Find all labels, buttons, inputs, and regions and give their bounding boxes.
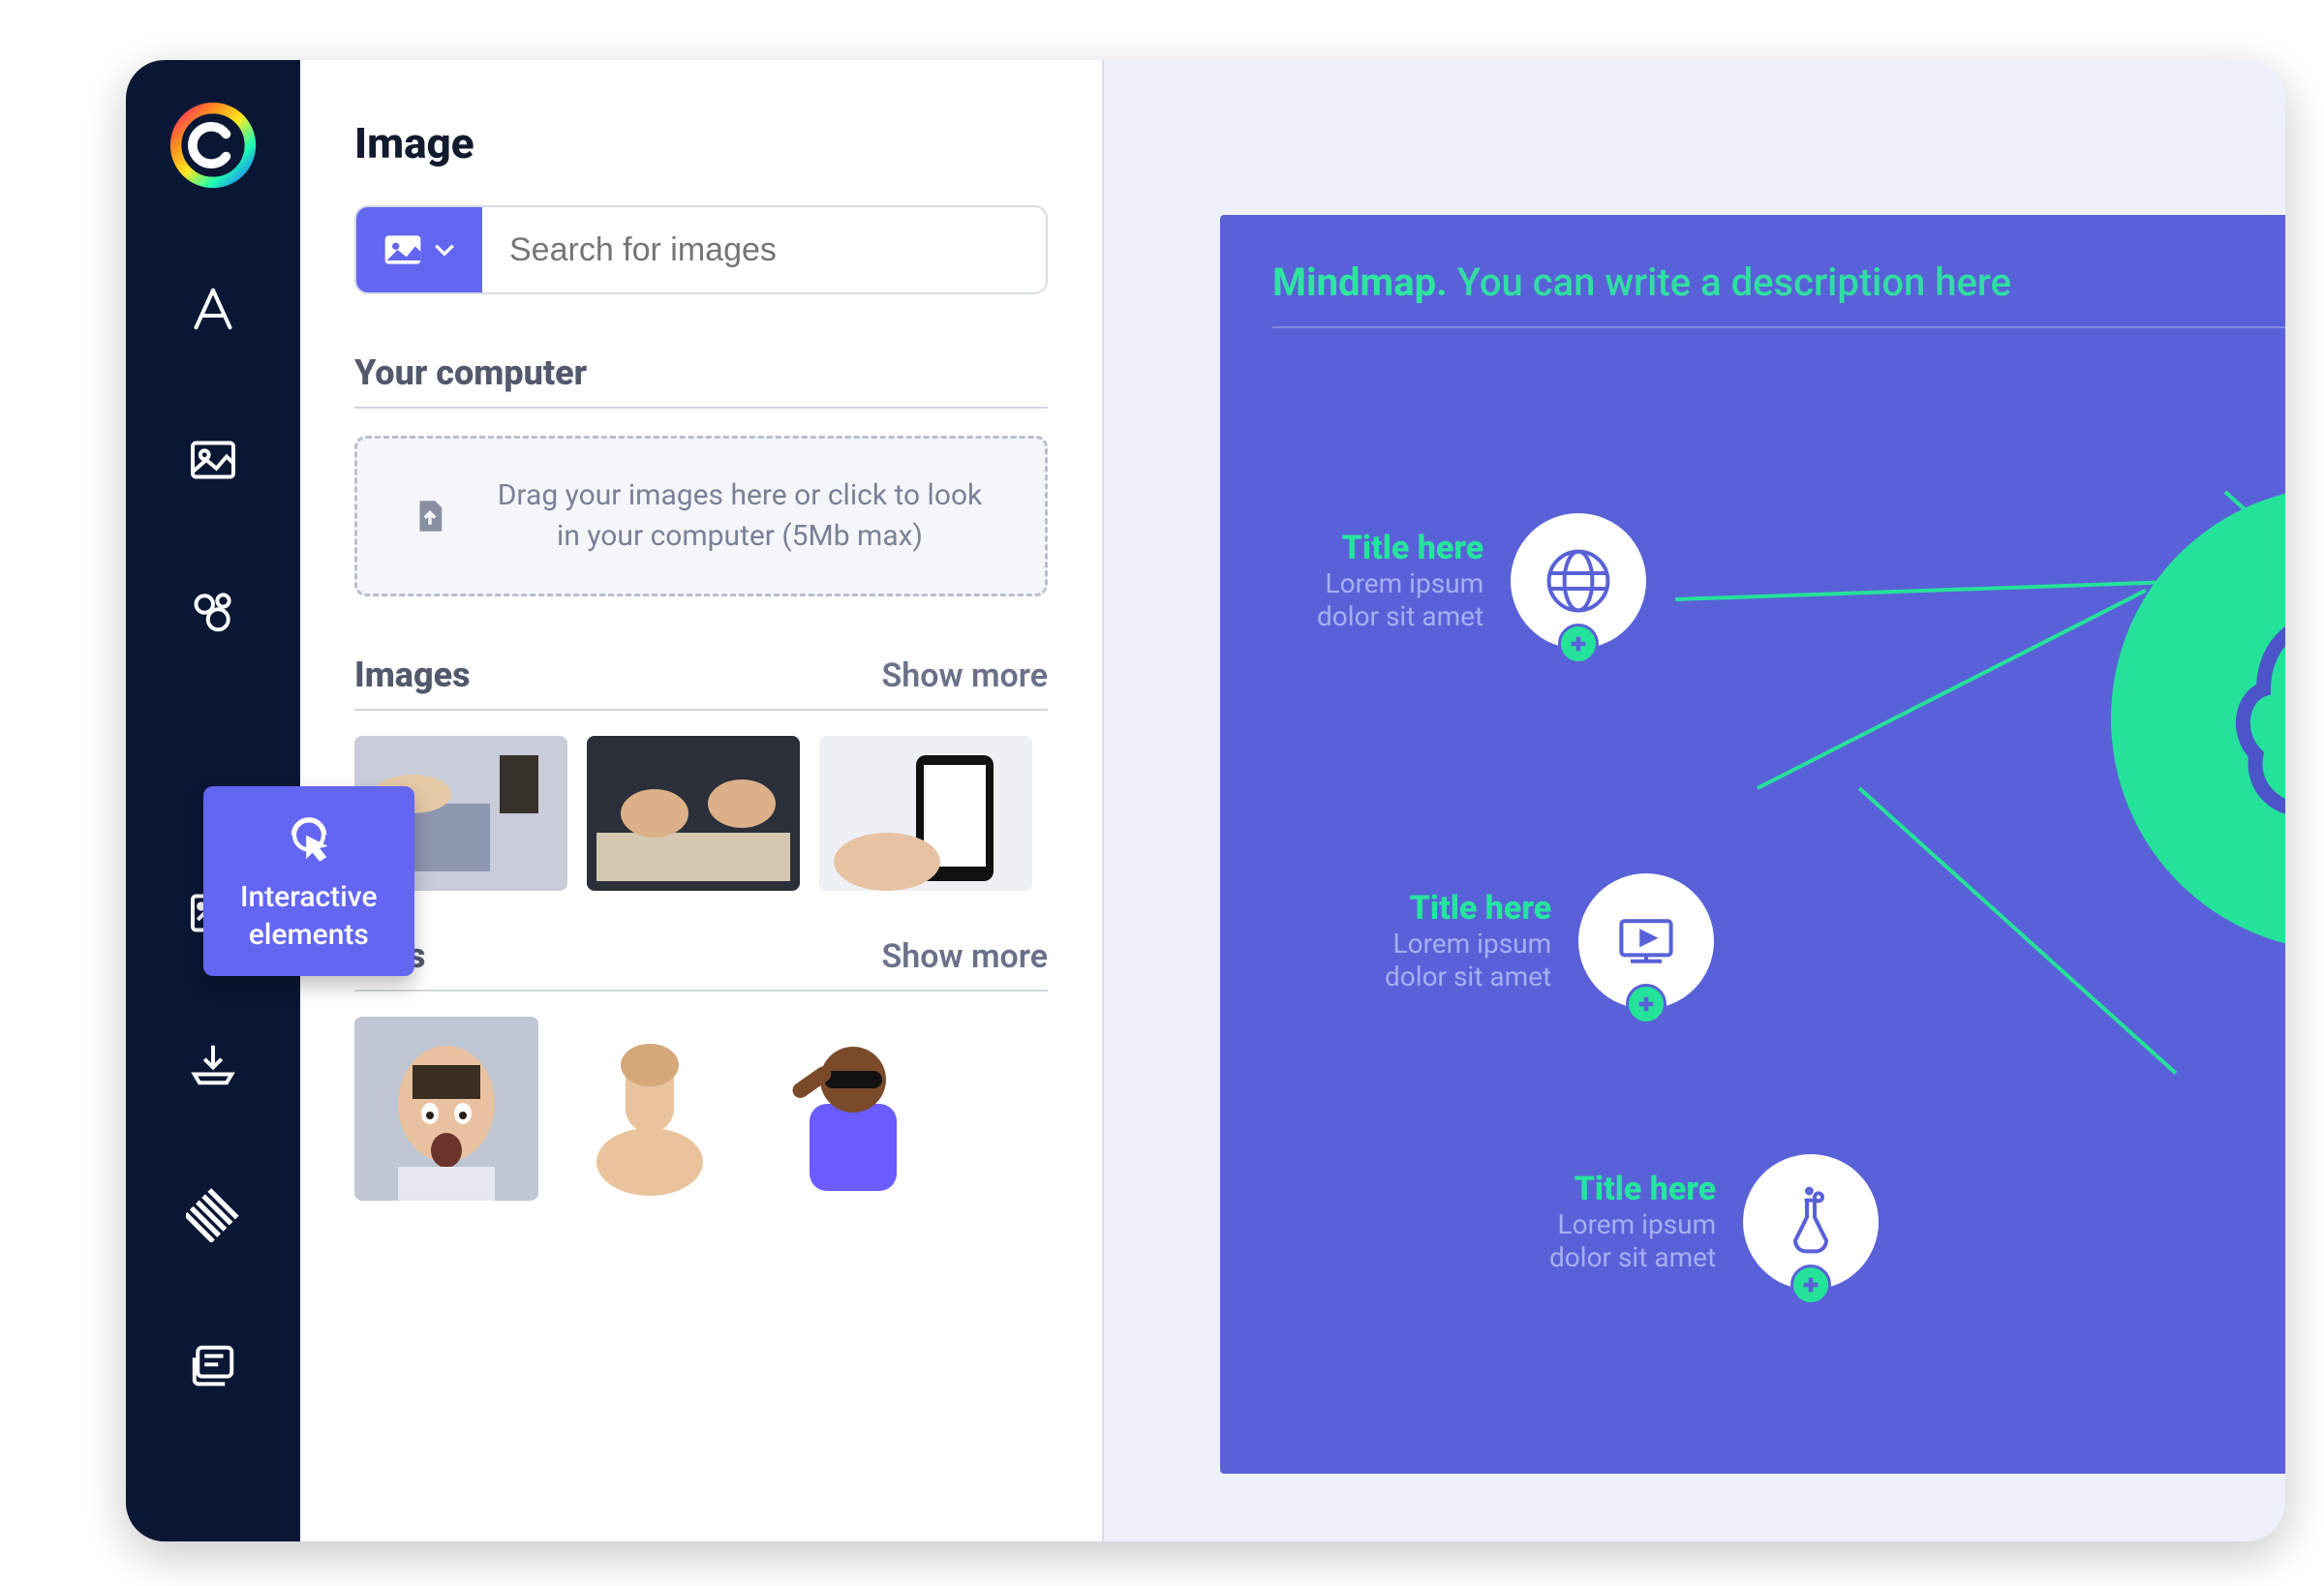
panel-title: Image [354,118,1048,168]
search-row [354,205,1048,294]
node-text[interactable]: Title here Lorem ipsumdolor sit amet [1317,529,1483,632]
node-title: Title here [1549,1170,1716,1208]
chevron-down-icon [432,237,457,262]
gif-thumb[interactable] [354,1017,538,1201]
sidebar-image-icon[interactable] [179,426,247,494]
images-row [354,736,1048,891]
connector-line [1675,578,2221,601]
dropzone-text: Drag your images here or click to look i… [483,475,996,557]
node-icon-circle[interactable] [1578,873,1714,1009]
connector-line [1757,589,2147,790]
node-title: Title here [1385,889,1551,928]
upload-icon [406,492,454,540]
search-type-dropdown[interactable] [356,207,482,292]
node-sub: Lorem ipsumdolor sit amet [1385,928,1551,992]
add-icon[interactable] [1790,1265,1831,1305]
node-sub: Lorem ipsumdolor sit amet [1549,1208,1716,1273]
add-icon[interactable] [1626,984,1667,1024]
upload-dropzone[interactable]: Drag your images here or click to look i… [354,436,1048,596]
flask-icon [1772,1183,1850,1261]
gif-thumb[interactable] [761,1017,945,1201]
node-icon-circle[interactable] [1743,1154,1879,1290]
section-your-computer: Your computer [354,352,1048,409]
gif-thumb[interactable] [558,1017,742,1201]
app-frame: Interactive elements Image Your computer… [126,60,2285,1541]
show-more-gifs[interactable]: Show more [881,937,1048,976]
image-thumb[interactable] [819,736,1032,891]
brain-node[interactable] [2111,486,2285,951]
sidebar-text-icon[interactable] [179,275,247,343]
tooltip-line1: Interactive [240,881,378,913]
mindmap-node[interactable]: Title here Lorem ipsumdolor sit amet [1549,1154,1879,1290]
show-more-images[interactable]: Show more [881,656,1048,695]
canvas-description[interactable]: You can write a description here [1457,259,2011,305]
canvas[interactable]: Mindmap. You can write a description her… [1220,215,2285,1474]
canvas-title[interactable]: Mindmap. [1272,259,1448,305]
add-icon[interactable] [1558,624,1599,664]
tooltip-line2: elements [249,919,369,951]
sidebar-resources-icon[interactable] [179,577,247,645]
node-sub: Lorem ipsumdolor sit amet [1317,567,1483,632]
node-text[interactable]: Title here Lorem ipsumdolor sit amet [1549,1170,1716,1273]
mindmap-node[interactable]: Title here Lorem ipsumdolor sit amet [1317,513,1646,649]
canvas-header: Mindmap. You can write a description her… [1272,259,2285,328]
section-label: Your computer [354,352,587,393]
search-input[interactable] [482,207,1046,292]
gifs-row [354,1017,1048,1201]
connector-line [1858,787,2178,1075]
node-title: Title here [1317,529,1483,567]
section-label: Images [354,655,471,695]
video-icon [1607,902,1685,980]
globe-icon [1540,542,1617,620]
image-panel: Image Your computer Drag your images her… [300,60,1104,1541]
node-icon-circle[interactable] [1511,513,1646,649]
node-text[interactable]: Title here Lorem ipsumdolor sit amet [1385,889,1551,992]
section-images: Images Show more [354,655,1048,711]
image-icon [382,229,424,271]
brand-logo[interactable] [167,99,260,192]
sidebar-background-icon[interactable] [179,1181,247,1249]
mindmap-node[interactable]: Title here Lorem ipsumdolor sit amet [1385,873,1714,1009]
sidebar-insert-icon[interactable] [179,1030,247,1098]
sidebar-tooltip-interactive[interactable]: Interactive elements [203,786,414,976]
section-gifs: GIFs Show more [354,935,1048,991]
image-thumb[interactable] [587,736,800,891]
sidebar-pages-icon[interactable] [179,1332,247,1400]
